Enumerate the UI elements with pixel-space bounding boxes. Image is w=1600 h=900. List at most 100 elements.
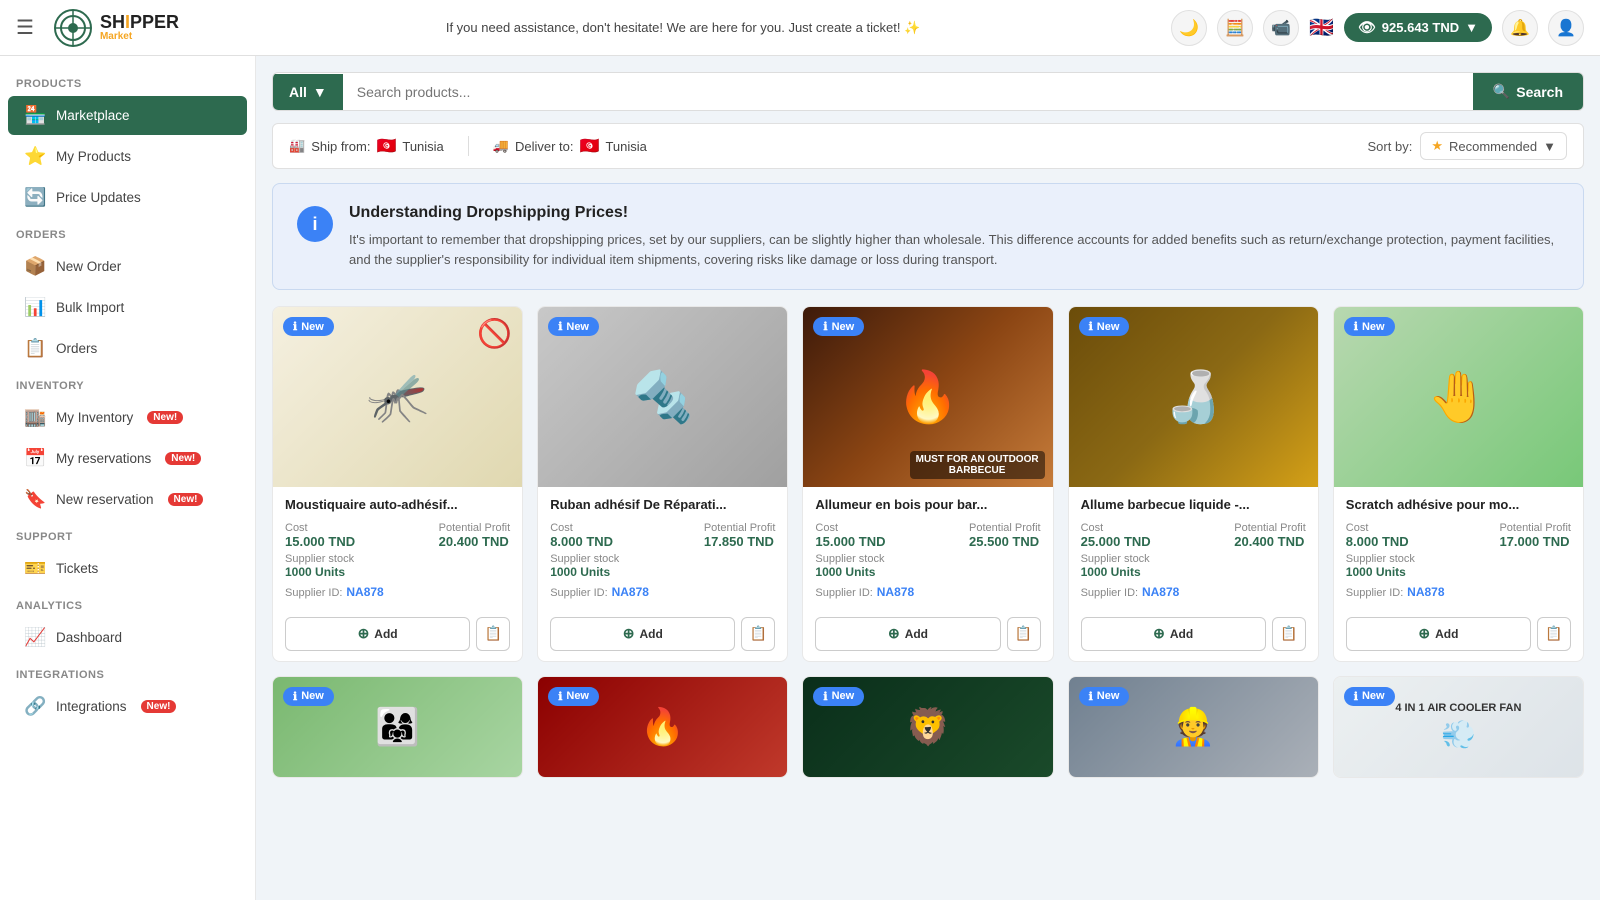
balance-button[interactable]: 👁 925.643 TND ▼ — [1344, 13, 1492, 42]
product-info-2: Ruban adhésif De Réparati... Cost8.000 T… — [538, 487, 787, 617]
warehouse-icon: 🏭 — [289, 138, 305, 154]
ship-from-filter[interactable]: 🏭 Ship from: 🇹🇳 Tunisia — [289, 136, 444, 156]
product-card-7: 🔥 New — [537, 676, 788, 778]
main-content: All ▼ 🔍 Search 🏭 Ship from: 🇹🇳 Tunisia — [256, 56, 1600, 900]
divider — [468, 136, 469, 156]
sort-dropdown[interactable]: ★ Recommended ▼ — [1420, 132, 1567, 160]
profit-label-1: Potential Profit — [439, 522, 511, 534]
new-label-6: New — [301, 690, 324, 702]
topnav-actions: 🌙 🧮 📹 🇬🇧 👁 925.643 TND ▼ 🔔 👤 — [1171, 10, 1584, 46]
ship-from-flag: 🇹🇳 — [376, 136, 396, 156]
marketplace-icon: 🏪 — [24, 105, 46, 126]
add-button-1[interactable]: ⊕ Add — [285, 617, 470, 651]
sidebar-item-marketplace[interactable]: 🏪 Marketplace — [8, 96, 247, 135]
section-label-analytics: Analytics — [0, 590, 255, 616]
product-card-2: 🔩 New Ruban adhésif De Réparati... Cost8… — [537, 306, 788, 662]
deliver-to-flag: 🇹🇳 — [580, 136, 600, 156]
sidebar-label-new-order: New Order — [56, 259, 121, 274]
stock-row-3: Supplier stock 1000 Units — [815, 553, 1040, 579]
info-banner-content: Understanding Dropshipping Prices! It's … — [349, 204, 1559, 269]
video-icon[interactable]: 📹 — [1263, 10, 1299, 46]
details-button-5[interactable]: 📋 — [1537, 617, 1571, 651]
product-card-3: 🔥 MUST FOR AN OUTDOORBARBECUE New Allume… — [802, 306, 1053, 662]
cost-label-5: Cost — [1346, 522, 1409, 534]
stock-value-5: 1000 Units — [1346, 565, 1571, 579]
section-label-support: Support — [0, 521, 255, 547]
stock-label-2: Supplier stock — [550, 553, 775, 565]
product-image-wrap-5: 🤚 New — [1334, 307, 1583, 487]
search-btn-label: Search — [1516, 84, 1563, 100]
dark-mode-toggle[interactable]: 🌙 — [1171, 10, 1207, 46]
star-icon: ★ — [1431, 138, 1443, 154]
sidebar-label-dashboard: Dashboard — [56, 630, 122, 645]
product-card-8: 🦁 New — [802, 676, 1053, 778]
sidebar-label-my-products: My Products — [56, 149, 131, 164]
language-flag[interactable]: 🇬🇧 — [1309, 15, 1334, 40]
notifications-icon[interactable]: 🔔 — [1502, 10, 1538, 46]
price-row-4: Cost25.000 TND Potential Profit20.400 TN… — [1081, 522, 1306, 549]
add-button-3[interactable]: ⊕ Add — [815, 617, 1000, 651]
add-button-4[interactable]: ⊕ Add — [1081, 617, 1266, 651]
price-row-3: Cost15.000 TND Potential Profit25.500 TN… — [815, 522, 1040, 549]
deliver-to-filter[interactable]: 🚚 Deliver to: 🇹🇳 Tunisia — [493, 136, 647, 156]
my-inventory-badge: New! — [147, 411, 183, 424]
logo-text: SHIPPER Market — [100, 13, 179, 42]
search-bar: All ▼ 🔍 Search — [272, 72, 1584, 111]
sidebar-item-orders[interactable]: 📋 Orders — [8, 329, 247, 368]
details-button-1[interactable]: 📋 — [476, 617, 510, 651]
new-badge-5: New — [1344, 317, 1395, 336]
search-button[interactable]: 🔍 Search — [1473, 73, 1583, 110]
sidebar-label-integrations: Integrations — [56, 699, 127, 714]
user-avatar[interactable]: 👤 — [1548, 10, 1584, 46]
details-button-2[interactable]: 📋 — [741, 617, 775, 651]
eye-icon: 👁 — [1358, 19, 1376, 36]
ship-from-country: Tunisia — [402, 139, 443, 154]
new-badge-1: New — [283, 317, 334, 336]
product-info-5: Scratch adhésive pour mo... Cost8.000 TN… — [1334, 487, 1583, 617]
supplier-value-3: NA878 — [877, 585, 914, 599]
section-label-products: Products — [0, 68, 255, 94]
sidebar-item-new-reservation[interactable]: 🔖 New reservation New! — [8, 480, 247, 519]
stock-label-5: Supplier stock — [1346, 553, 1571, 565]
cost-value-1: 15.000 TND — [285, 534, 355, 549]
logo: SHIPPER Market — [54, 9, 179, 47]
product-info-4: Allume barbecue liquide -... Cost25.000 … — [1069, 487, 1318, 617]
sidebar-item-integrations[interactable]: 🔗 Integrations New! — [8, 687, 247, 726]
profit-value-2: 17.850 TND — [704, 534, 776, 549]
product-image-wrap-9: 👷 New — [1069, 677, 1318, 777]
search-input[interactable] — [343, 74, 1473, 110]
calculator-icon[interactable]: 🧮 — [1217, 10, 1253, 46]
add-button-2[interactable]: ⊕ Add — [550, 617, 735, 651]
barbecue-overlay: MUST FOR AN OUTDOORBARBECUE — [910, 451, 1045, 479]
stock-row-1: Supplier stock 1000 Units — [285, 553, 510, 579]
sidebar-item-my-inventory[interactable]: 🏬 My Inventory New! — [8, 398, 247, 437]
sort-value: Recommended — [1449, 139, 1537, 154]
supplier-row-1: Supplier ID: NA878 — [285, 583, 510, 599]
sidebar-item-tickets[interactable]: 🎫 Tickets — [8, 549, 247, 588]
supplier-label-1: Supplier ID: — [285, 587, 342, 599]
add-label-4: Add — [1170, 627, 1193, 641]
sidebar-item-my-reservations[interactable]: 📅 My reservations New! — [8, 439, 247, 478]
sort-options: Sort by: ★ Recommended ▼ — [1368, 132, 1567, 160]
sidebar-item-price-updates[interactable]: 🔄 Price Updates — [8, 178, 247, 217]
sidebar-item-my-products[interactable]: ⭐ My Products — [8, 137, 247, 176]
cost-label-4: Cost — [1081, 522, 1151, 534]
product-actions-4: ⊕ Add 📋 — [1069, 617, 1318, 661]
details-button-3[interactable]: 📋 — [1007, 617, 1041, 651]
new-badge-9: New — [1079, 687, 1130, 706]
sidebar-item-new-order[interactable]: 📦 New Order — [8, 247, 247, 286]
new-label-9: New — [1097, 690, 1120, 702]
profit-label-2: Potential Profit — [704, 522, 776, 534]
search-all-button[interactable]: All ▼ — [273, 74, 343, 110]
add-button-5[interactable]: ⊕ Add — [1346, 617, 1531, 651]
sidebar-item-dashboard[interactable]: 📈 Dashboard — [8, 618, 247, 657]
sidebar-label-bulk-import: Bulk Import — [56, 300, 124, 315]
deliver-to-country: Tunisia — [605, 139, 646, 154]
menu-icon[interactable]: ☰ — [16, 15, 34, 40]
cost-label-1: Cost — [285, 522, 355, 534]
cost-value-4: 25.000 TND — [1081, 534, 1151, 549]
sidebar-item-bulk-import[interactable]: 📊 Bulk Import — [8, 288, 247, 327]
filters-row: 🏭 Ship from: 🇹🇳 Tunisia 🚚 Deliver to: 🇹🇳… — [272, 123, 1584, 169]
logo-icon — [54, 9, 92, 47]
details-button-4[interactable]: 📋 — [1272, 617, 1306, 651]
